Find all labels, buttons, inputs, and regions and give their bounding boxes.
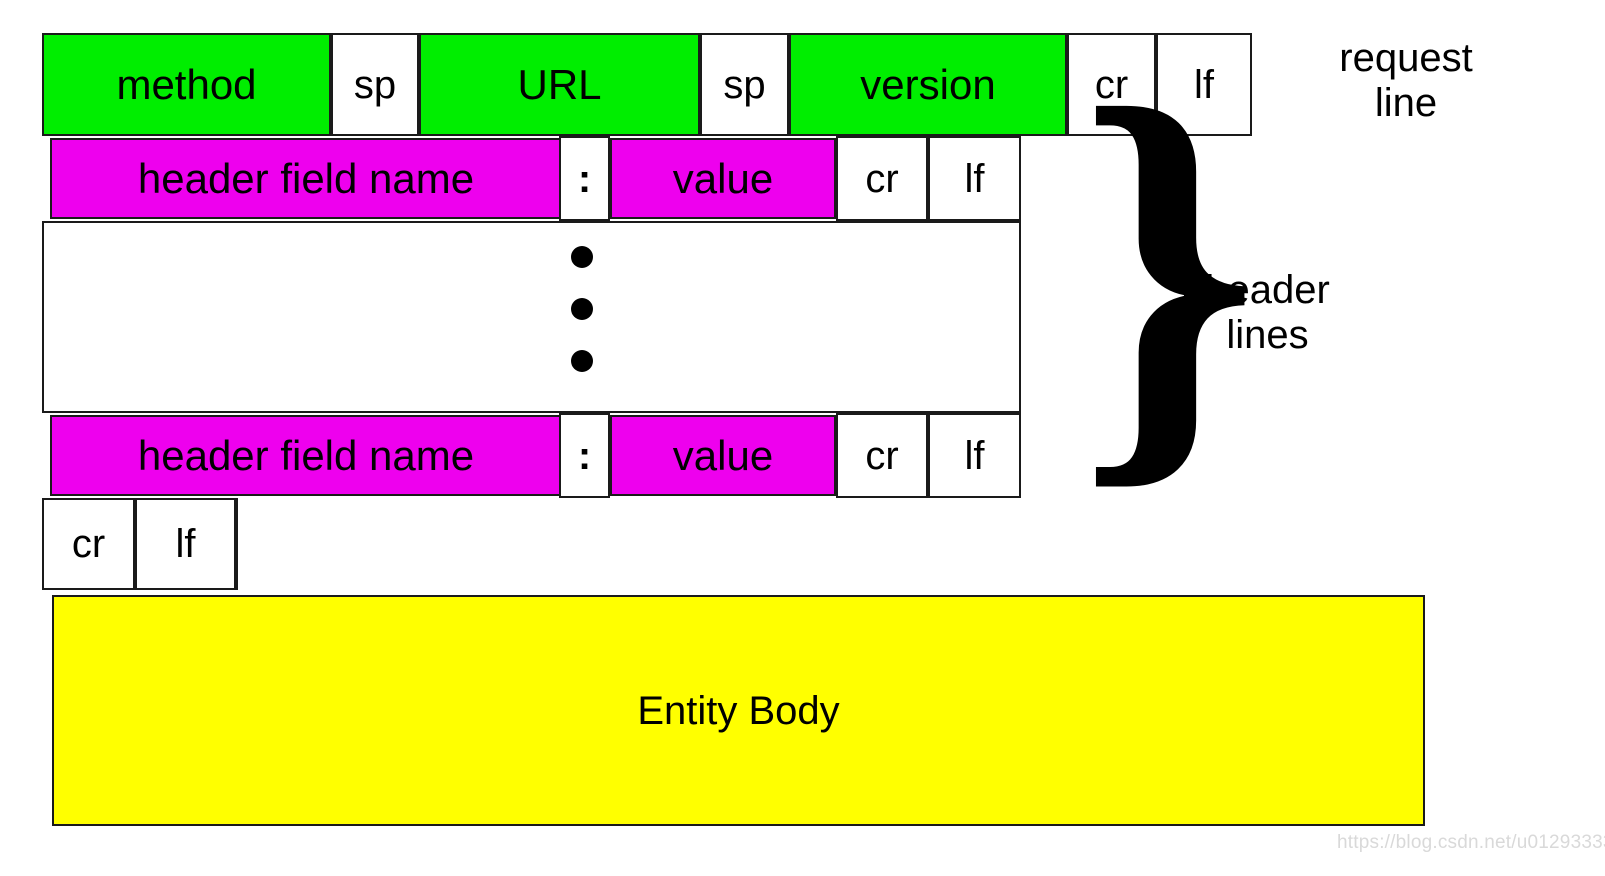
http-request-message-diagram: method sp URL sp version cr lf request l… — [0, 0, 1605, 876]
ellipsis-dot-2 — [571, 298, 593, 320]
header-row-2-value: value — [610, 415, 836, 496]
header-row-1-lf: lf — [928, 136, 1021, 221]
request-line-cell-url: URL — [419, 33, 700, 136]
blank-line-cell-lf: lf — [135, 498, 236, 590]
header-row-2-cr: cr — [836, 413, 928, 498]
ellipsis-dot-3 — [571, 350, 593, 372]
watermark-text: https://blog.csdn.net/u012933335 — [1337, 832, 1605, 853]
header-row-2-field-name: header field name — [50, 415, 562, 496]
request-line-cell-version: version — [789, 33, 1067, 136]
blank-line-cell-cr: cr — [42, 498, 135, 590]
entity-body-box: Entity Body — [52, 595, 1425, 826]
header-ellipsis-row — [42, 221, 1021, 413]
vertical-ellipsis-icon — [570, 246, 594, 372]
request-line-cell-sp-1: sp — [331, 33, 419, 136]
header-row-1-value: value — [610, 138, 836, 219]
request-line-label: request line — [1339, 36, 1473, 125]
header-row-1-colon: : — [559, 136, 610, 221]
header-lines-label: header lines — [1205, 268, 1330, 357]
header-row-1-cr: cr — [836, 136, 928, 221]
header-row-1-field-name: header field name — [50, 138, 562, 219]
request-line-cell-sp-2: sp — [700, 33, 789, 136]
header-row-2-colon: : — [559, 413, 610, 498]
request-line-cell-method: method — [42, 33, 331, 136]
header-row-2-lf: lf — [928, 413, 1021, 498]
blank-line-cell-empty — [236, 498, 238, 590]
ellipsis-dot-1 — [571, 246, 593, 268]
